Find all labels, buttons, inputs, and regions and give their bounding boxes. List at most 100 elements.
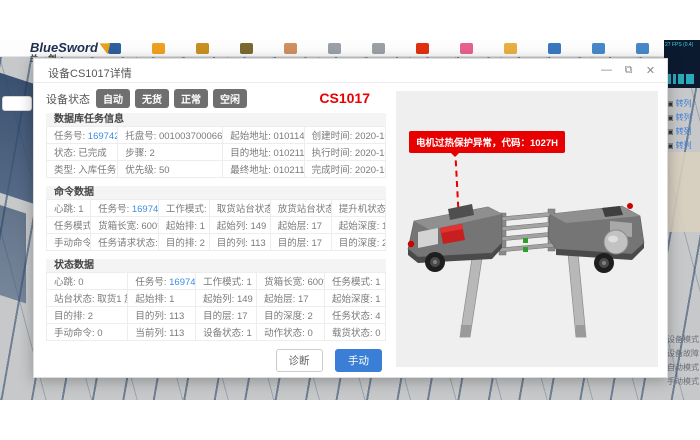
restore-icon[interactable]: ⧉: [622, 64, 635, 77]
rack-shape: [0, 201, 26, 304]
cell-value: 00100370006611464548: [159, 131, 223, 142]
data-table: 任务号: 1697426托盘号: 00100370006611464548起始地…: [46, 126, 386, 178]
panel-a-icon[interactable]: [328, 43, 341, 54]
alarm-icon[interactable]: [416, 43, 429, 54]
operator-icon[interactable]: [284, 43, 297, 54]
task-number-link[interactable]: 1697426: [132, 204, 159, 215]
data-cell: 设备状态: 1: [196, 324, 257, 341]
device-3d-view[interactable]: 电机过热保护异常，代码：1027H: [396, 91, 658, 367]
cell-value: 600*400: [307, 277, 324, 288]
cell-value: 0: [307, 328, 312, 339]
table-row: 状态: 已完成步骤: 2目的地址: 0102113172执行时间: 2020-1…: [47, 144, 386, 161]
diagnose-button[interactable]: 诊断: [276, 349, 323, 372]
task-number-link[interactable]: 1697426: [88, 131, 118, 142]
data-cell: 目的排: 2: [158, 234, 209, 251]
ring-icon[interactable]: [152, 43, 165, 54]
cell-value: 取货1 放货1: [97, 294, 128, 305]
data-cell: 任务号: 1697426: [91, 200, 159, 217]
tools-icon[interactable]: [240, 43, 253, 54]
table-row: 手动命令: 0任务请求状态: 2目的排: 2目的列: 113目的层: 17目的深…: [47, 234, 386, 251]
data-cell: 手动命令: 0: [47, 324, 128, 341]
right-edge-menu: 转列转列转列转列: [667, 98, 700, 154]
fps-chart-icon: [668, 74, 694, 84]
manual-button[interactable]: 手动: [335, 349, 382, 372]
edge-menu-item[interactable]: 转列: [667, 140, 700, 151]
log-icon[interactable]: [460, 43, 473, 54]
data-cell: 目的层: 17: [270, 234, 331, 251]
table-row: 心跳: 1任务号: 1697426工作模式: 1取货站台状态: 1放货站台状态:…: [47, 200, 386, 217]
data-cell: 取货站台状态: 1: [209, 200, 270, 217]
cell-value: 2: [149, 148, 154, 159]
data-cell: 优先级: 50: [118, 161, 223, 178]
rack-shape: [0, 70, 34, 204]
fps-overlay: 27 FPS (0.4): [664, 40, 700, 88]
cell-value: 113: [169, 328, 184, 339]
edge-menu-item[interactable]: 转列: [667, 126, 700, 137]
data-cell: 任务状态: 4: [324, 307, 385, 324]
toolbar-icons: [108, 43, 693, 54]
cell-value: 1: [246, 277, 251, 288]
bell-icon[interactable]: [504, 43, 517, 54]
cart-icon[interactable]: [196, 43, 209, 54]
table-row: 心跳: 0任务号: 1697426工作模式: 1货箱长宽: 600*400任务模…: [47, 273, 386, 290]
edge-legend-item: 设备故障: [667, 348, 700, 359]
data-cell: 工作模式: 1: [158, 200, 209, 217]
fps-text: 27 FPS (0.4): [664, 40, 700, 50]
bottom-white-band: [0, 400, 700, 440]
data-cell: 目的深度: 2: [331, 234, 385, 251]
floor-patch: [666, 152, 700, 232]
data-cell: 目的深度: 2: [257, 307, 325, 324]
data-cell: 起始排: 1: [158, 217, 209, 234]
task-number-link[interactable]: 1697426: [169, 277, 196, 288]
data-cell: 起始深度: 1: [331, 217, 385, 234]
status-badge: 空闲: [213, 89, 247, 108]
minimize-icon[interactable]: —: [600, 64, 613, 77]
data-cell: 工作模式: 1: [196, 273, 257, 290]
edge-menu-item[interactable]: 转列: [667, 98, 700, 109]
building-b-icon[interactable]: [636, 43, 649, 54]
screen: BlueSword◥ 兰 剑 27 FPS (0.4) 转列转列转列转列 设备模…: [0, 0, 700, 440]
cell-value: 已完成: [78, 148, 107, 159]
section-status-data: 状态数据 心跳: 0任务号: 1697426工作模式: 1货箱长宽: 600*4…: [46, 259, 386, 341]
data-cell: 任务号: 1697426: [128, 273, 196, 290]
cell-value: 50: [159, 165, 170, 176]
cell-value: 2: [307, 311, 312, 322]
cell-value: 149: [237, 294, 253, 305]
data-cell: 动作状态: 0: [257, 324, 325, 341]
data-cell: 目的列: 113: [128, 307, 196, 324]
cell-value: 2: [88, 311, 93, 322]
edge-menu-item[interactable]: 转列: [667, 112, 700, 123]
data-cell: 目的排: 2: [47, 307, 128, 324]
data-cell: 起始列: 149: [209, 217, 270, 234]
cell-value: 113: [169, 311, 184, 322]
background-search-box[interactable]: [2, 96, 32, 111]
workstation-icon[interactable]: [108, 43, 121, 54]
section-db-task-info: 数据库任务信息 任务号: 1697426托盘号: 001003700066114…: [46, 113, 386, 178]
data-cell: 起始排: 1: [128, 290, 196, 307]
data-cell: 站台状态: 取货1 放货1: [47, 290, 128, 307]
status-badge: 自动: [96, 89, 130, 108]
building-a-icon[interactable]: [592, 43, 605, 54]
cell-value: 113: [250, 238, 265, 249]
data-cell: 心跳: 1: [47, 200, 91, 217]
status-badges: 自动无货正常空闲: [96, 90, 252, 107]
cell-value: 0102113172: [274, 165, 305, 176]
panel-b-icon[interactable]: [372, 43, 385, 54]
close-icon[interactable]: ✕: [644, 64, 657, 77]
data-cell: 起始深度: 1: [324, 290, 385, 307]
device-status-label: 设备状态: [46, 94, 90, 106]
section-title: 数据库任务信息: [46, 113, 386, 126]
data-cell: 创建时间: 2020-10-21 09:58:43: [304, 127, 385, 144]
cell-value: 0: [78, 277, 83, 288]
status-badge: 正常: [174, 89, 208, 108]
cell-value: 2020-10-21 09:59:35: [355, 165, 386, 176]
data-table: 心跳: 0任务号: 1697426工作模式: 1货箱长宽: 600*400任务模…: [46, 272, 386, 341]
cell-value: 2020-10-21 09:58:43: [355, 131, 386, 142]
dialog-titlebar[interactable]: 设备CS1017详情 — ⧉ ✕: [34, 59, 667, 83]
status-badge: 无货: [135, 89, 169, 108]
cell-value: 0: [97, 328, 102, 339]
table-row: 任务号: 1697426托盘号: 00100370006611464548起始地…: [47, 127, 386, 144]
stats-icon[interactable]: [548, 43, 561, 54]
cell-value: 2020-10-21 09:58:49: [355, 148, 386, 159]
fault-tooltip: 电机过热保护异常，代码：1027H: [409, 131, 565, 153]
